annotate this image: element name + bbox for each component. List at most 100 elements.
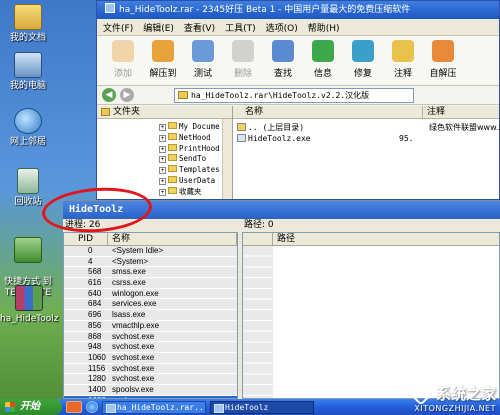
expand-icon[interactable]: + bbox=[159, 134, 166, 142]
tree-item[interactable]: + UserData bbox=[159, 176, 215, 186]
column-name[interactable]: 名称 bbox=[233, 106, 423, 118]
file-size: 95. bbox=[399, 134, 414, 143]
toolbar-button-delete[interactable]: 删除 bbox=[223, 40, 263, 79]
path-count: 路径: 0 bbox=[244, 220, 274, 230]
tree-item[interactable]: + My Docume bbox=[159, 122, 220, 132]
window-title: ha_HideToolz.rar - 2345好压 Beta 1 - 中国用户量… bbox=[119, 5, 411, 15]
archive-icon bbox=[15, 285, 43, 311]
process-row[interactable]: 868 svchost.exe bbox=[64, 331, 237, 343]
process-name: svchost.exe bbox=[112, 374, 155, 384]
process-pid: 616 bbox=[88, 278, 102, 288]
expand-icon[interactable]: + bbox=[159, 145, 166, 153]
taskbar-button-archive[interactable]: ha_HideToolz.rar... bbox=[102, 400, 206, 414]
expand-icon[interactable]: + bbox=[159, 156, 166, 164]
comment-icon bbox=[392, 40, 414, 62]
process-row[interactable]: 4 <System> bbox=[64, 256, 237, 268]
toolbar-button-comment[interactable]: 注释 bbox=[383, 40, 423, 79]
expand-icon[interactable]: + bbox=[159, 188, 166, 196]
process-row[interactable]: 640 winlogon.exe bbox=[64, 288, 237, 300]
process-row[interactable]: 0 <System Idle> bbox=[64, 246, 237, 257]
start-button[interactable]: 开始 bbox=[0, 399, 62, 415]
toolbar-button-label: 信息 bbox=[313, 69, 332, 79]
folder-icon bbox=[168, 154, 177, 162]
folder-tree-pane: 文件夹 + My Docume + NetHood + PrintHood + SendTo +… bbox=[97, 106, 233, 199]
forward-icon[interactable]: ▶ bbox=[120, 88, 134, 102]
process-row[interactable]: 684 services.exe bbox=[64, 299, 237, 311]
toolbar-button-sfx[interactable]: 自解压 bbox=[423, 40, 463, 79]
process-name: svchost.exe bbox=[112, 331, 155, 341]
watermark-title: 系统之家 bbox=[408, 380, 496, 406]
menu-file[interactable]: 文件(F) bbox=[103, 21, 133, 34]
process-row[interactable]: 696 lsass.exe bbox=[64, 310, 237, 321]
expand-icon[interactable]: + bbox=[159, 124, 166, 131]
file-row-hidetoolz[interactable]: HideToolz.exe bbox=[237, 133, 311, 144]
process-row[interactable]: 948 svchost.exe bbox=[64, 342, 237, 353]
process-row[interactable]: 1156 svchost.exe bbox=[64, 363, 237, 375]
tree-item[interactable]: + NetHood bbox=[159, 132, 211, 143]
file-list-header: 名称 注释 bbox=[233, 106, 499, 119]
process-pid: 1280 bbox=[88, 374, 106, 384]
toolbar-button-label: 自解压 bbox=[429, 69, 457, 79]
menu-edit[interactable]: 编辑(E) bbox=[143, 21, 174, 34]
menu-help[interactable]: 帮助(H) bbox=[308, 21, 340, 34]
file-row-parent[interactable]: .. (上层目录) bbox=[237, 122, 304, 133]
toolbar-button-search[interactable]: 查找 bbox=[263, 40, 303, 79]
expand-icon[interactable]: + bbox=[159, 167, 166, 175]
toolbar-button-label: 查找 bbox=[273, 69, 292, 79]
folder-icon bbox=[101, 108, 110, 116]
desktop-icon-hidetoolz-archive[interactable]: ha_HideToolz bbox=[0, 285, 58, 325]
tree-scrollbar[interactable] bbox=[222, 119, 232, 199]
taskbar-button-hidetoolz[interactable]: HideToolz bbox=[210, 400, 314, 414]
menu-view[interactable]: 查看(V) bbox=[184, 21, 215, 34]
toolbar-button-repair[interactable]: 修复 bbox=[343, 40, 383, 79]
tree-item[interactable]: + 收藏夹 bbox=[159, 186, 202, 197]
process-row[interactable]: 616 csrss.exe bbox=[64, 278, 237, 289]
process-name: svchost.exe bbox=[112, 363, 155, 373]
column-comment[interactable]: 注释 bbox=[423, 106, 499, 118]
process-list-header: PID 名称 bbox=[64, 233, 237, 246]
toolbar-button-info[interactable]: 信息 bbox=[303, 40, 343, 79]
tree-item[interactable]: + SendTo bbox=[159, 154, 206, 164]
process-list[interactable]: PID 名称 0 <System Idle> 4 <System> 568 smss.ex… bbox=[63, 232, 238, 399]
desktop-icon-recycle-bin[interactable]: 回收站 bbox=[2, 168, 54, 208]
desktop-icon-label: 我的文档 bbox=[9, 33, 46, 43]
desktop-icon-my-documents[interactable]: 我的文档 bbox=[2, 4, 54, 44]
quick-launch-app-icon[interactable] bbox=[66, 401, 82, 413]
folder-tree-title: 文件夹 bbox=[113, 107, 141, 117]
folder-icon bbox=[168, 143, 177, 151]
process-pid: 4 bbox=[88, 256, 93, 266]
tree-item[interactable]: + PrintHood bbox=[159, 143, 220, 154]
process-pid: 1400 bbox=[88, 384, 106, 394]
process-row[interactable]: 1280 svchost.exe bbox=[64, 374, 237, 385]
folder-icon bbox=[168, 132, 177, 140]
quick-launch-browser-icon[interactable] bbox=[86, 401, 98, 413]
column-pid[interactable]: PID bbox=[64, 233, 108, 245]
folder-tree-header: 文件夹 bbox=[97, 106, 232, 119]
folder-icon bbox=[178, 90, 188, 99]
address-bar: ◀ ▶ ha_HideToolz.rar\HideToolz.v2.2.汉化版 bbox=[97, 86, 499, 105]
toolbar-button-test[interactable]: 测试 bbox=[183, 40, 223, 79]
process-row[interactable]: 1060 svchost.exe bbox=[64, 352, 237, 364]
process-name: <System> bbox=[112, 256, 149, 266]
back-icon[interactable]: ◀ bbox=[102, 88, 116, 102]
archive-window-titlebar[interactable]: ha_HideToolz.rar - 2345好压 Beta 1 - 中国用户量… bbox=[97, 1, 499, 19]
address-input[interactable]: ha_HideToolz.rar\HideToolz.v2.2.汉化版 bbox=[174, 87, 414, 103]
path-grid bbox=[243, 246, 273, 398]
process-row[interactable]: 568 smss.exe bbox=[64, 267, 237, 279]
expand-icon[interactable]: + bbox=[159, 178, 166, 185]
process-row[interactable]: 856 vmacthlp.exe bbox=[64, 320, 237, 332]
tree-item[interactable]: + Templates bbox=[159, 165, 220, 175]
watermark-logo-icon bbox=[408, 380, 434, 406]
toolbar-button-add[interactable]: 添加 bbox=[103, 40, 143, 79]
path-list[interactable]: 路径 bbox=[242, 232, 500, 399]
desktop-icon-network[interactable]: 网上邻居 bbox=[2, 108, 54, 148]
column-process-name[interactable]: 名称 bbox=[108, 233, 237, 245]
toolbar-button-extract-to[interactable]: 解压到 bbox=[143, 40, 183, 79]
desktop-icon-my-computer[interactable]: 我的电脑 bbox=[2, 52, 54, 92]
column-path[interactable]: 路径 bbox=[273, 233, 295, 245]
process-row[interactable]: 1400 spoolsv.exe bbox=[64, 384, 237, 396]
menu-tools[interactable]: 工具(T) bbox=[225, 21, 256, 34]
desktop-icon-label: ha_HideToolz bbox=[0, 314, 59, 324]
menu-options[interactable]: 选项(O) bbox=[266, 21, 298, 34]
desktop-icon-label: 回收站 bbox=[14, 197, 42, 207]
